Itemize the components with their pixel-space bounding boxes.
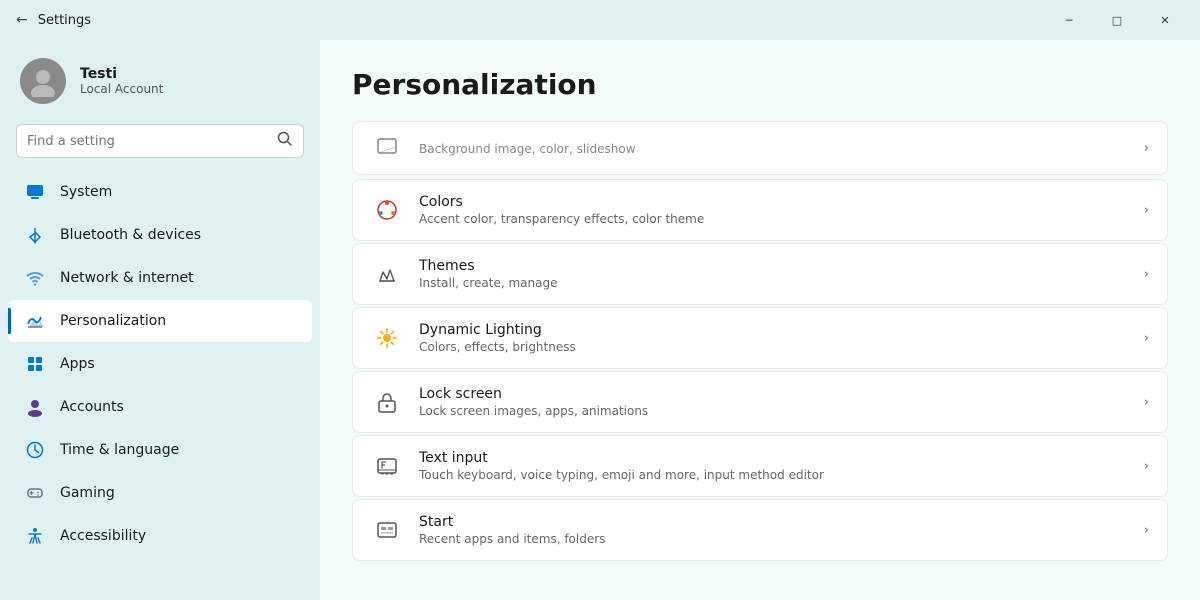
- accessibility-icon: [24, 525, 46, 547]
- sidebar: Testi Local Account: [0, 40, 320, 600]
- network-icon: [24, 267, 46, 289]
- setting-item-background-text: Background image, color, slideshow: [419, 140, 1128, 156]
- sidebar-item-accessibility-label: Accessibility: [60, 528, 296, 544]
- time-icon: [24, 439, 46, 461]
- text-input-icon: [371, 450, 403, 482]
- personalization-icon: [24, 310, 46, 332]
- search-input[interactable]: [27, 134, 269, 149]
- active-indicator: [8, 308, 11, 334]
- setting-item-dynamic-lighting-title: Dynamic Lighting: [419, 322, 1128, 338]
- setting-item-dynamic-lighting[interactable]: Dynamic Lighting Colors, effects, bright…: [352, 307, 1168, 369]
- user-subtitle: Local Account: [80, 82, 163, 96]
- titlebar-left: ← Settings: [16, 13, 91, 28]
- sidebar-item-system[interactable]: System: [8, 171, 312, 213]
- setting-item-themes[interactable]: Themes Install, create, manage ›: [352, 243, 1168, 305]
- maximize-button[interactable]: □: [1094, 4, 1140, 36]
- gaming-icon: [24, 482, 46, 504]
- titlebar: ← Settings ─ □ ✕: [0, 0, 1200, 40]
- colors-icon: [371, 194, 403, 226]
- chevron-right-icon: ›: [1144, 141, 1149, 156]
- setting-item-lock-screen[interactable]: Lock screen Lock screen images, apps, an…: [352, 371, 1168, 433]
- chevron-right-icon: ›: [1144, 203, 1149, 218]
- settings-list: Background image, color, slideshow › Col…: [352, 121, 1168, 561]
- apps-icon: [24, 353, 46, 375]
- setting-item-text-input-text: Text input Touch keyboard, voice typing,…: [419, 450, 1128, 482]
- themes-icon: [371, 258, 403, 290]
- setting-item-start-subtitle: Recent apps and items, folders: [419, 532, 1128, 546]
- user-name: Testi: [80, 66, 163, 82]
- start-icon: [371, 514, 403, 546]
- setting-item-text-input-subtitle: Touch keyboard, voice typing, emoji and …: [419, 468, 1128, 482]
- setting-item-background[interactable]: Background image, color, slideshow ›: [352, 121, 1168, 175]
- setting-item-colors-title: Colors: [419, 194, 1128, 210]
- sidebar-item-gaming[interactable]: Gaming: [8, 472, 312, 514]
- sidebar-item-personalization[interactable]: Personalization: [8, 300, 312, 342]
- setting-item-dynamic-lighting-subtitle: Colors, effects, brightness: [419, 340, 1128, 354]
- setting-item-colors-subtitle: Accent color, transparency effects, colo…: [419, 212, 1128, 226]
- setting-item-dynamic-lighting-text: Dynamic Lighting Colors, effects, bright…: [419, 322, 1128, 354]
- sidebar-item-system-label: System: [60, 184, 296, 200]
- setting-item-lock-screen-title: Lock screen: [419, 386, 1128, 402]
- setting-item-lock-screen-subtitle: Lock screen images, apps, animations: [419, 404, 1128, 418]
- app-body: Testi Local Account: [0, 40, 1200, 600]
- user-info: Testi Local Account: [80, 66, 163, 96]
- setting-item-start-text: Start Recent apps and items, folders: [419, 514, 1128, 546]
- page-title: Personalization: [352, 68, 1168, 101]
- bluetooth-icon: [24, 224, 46, 246]
- setting-item-start[interactable]: Start Recent apps and items, folders ›: [352, 499, 1168, 561]
- sidebar-item-apps[interactable]: Apps: [8, 343, 312, 385]
- setting-item-text-input[interactable]: Text input Touch keyboard, voice typing,…: [352, 435, 1168, 497]
- content-area: Personalization Background image, color,…: [320, 40, 1200, 600]
- app-title: Settings: [38, 13, 91, 28]
- chevron-right-icon: ›: [1144, 523, 1149, 538]
- setting-item-background-subtitle: Background image, color, slideshow: [419, 142, 1128, 156]
- close-button[interactable]: ✕: [1142, 4, 1188, 36]
- avatar: [20, 58, 66, 104]
- search-icon: [277, 131, 293, 151]
- sidebar-item-apps-label: Apps: [60, 356, 296, 372]
- sidebar-item-gaming-label: Gaming: [60, 485, 296, 501]
- back-button[interactable]: ←: [16, 13, 28, 27]
- setting-item-colors[interactable]: Colors Accent color, transparency effect…: [352, 179, 1168, 241]
- system-icon: [24, 181, 46, 203]
- sidebar-item-time[interactable]: Time & language: [8, 429, 312, 471]
- sidebar-item-bluetooth-label: Bluetooth & devices: [60, 227, 296, 243]
- setting-item-lock-screen-text: Lock screen Lock screen images, apps, an…: [419, 386, 1128, 418]
- setting-item-themes-title: Themes: [419, 258, 1128, 274]
- sidebar-item-time-label: Time & language: [60, 442, 296, 458]
- sidebar-item-accounts[interactable]: Accounts: [8, 386, 312, 428]
- sidebar-item-network-label: Network & internet: [60, 270, 296, 286]
- sidebar-item-network[interactable]: Network & internet: [8, 257, 312, 299]
- background-icon: [371, 132, 403, 164]
- lock-screen-icon: [371, 386, 403, 418]
- sidebar-item-bluetooth[interactable]: Bluetooth & devices: [8, 214, 312, 256]
- dynamic-lighting-icon: [371, 322, 403, 354]
- setting-item-themes-text: Themes Install, create, manage: [419, 258, 1128, 290]
- nav-list: System Bluetooth & devices: [0, 170, 320, 558]
- search-box[interactable]: [16, 124, 304, 158]
- setting-item-themes-subtitle: Install, create, manage: [419, 276, 1128, 290]
- setting-item-start-title: Start: [419, 514, 1128, 530]
- sidebar-item-accessibility[interactable]: Accessibility: [8, 515, 312, 557]
- sidebar-item-accounts-label: Accounts: [60, 399, 296, 415]
- accounts-icon: [24, 396, 46, 418]
- chevron-right-icon: ›: [1144, 459, 1149, 474]
- setting-item-colors-text: Colors Accent color, transparency effect…: [419, 194, 1128, 226]
- setting-item-text-input-title: Text input: [419, 450, 1128, 466]
- chevron-right-icon: ›: [1144, 395, 1149, 410]
- chevron-right-icon: ›: [1144, 267, 1149, 282]
- chevron-right-icon: ›: [1144, 331, 1149, 346]
- sidebar-item-personalization-label: Personalization: [60, 313, 296, 329]
- titlebar-controls: ─ □ ✕: [1046, 4, 1188, 36]
- minimize-button[interactable]: ─: [1046, 4, 1092, 36]
- user-section[interactable]: Testi Local Account: [0, 40, 320, 120]
